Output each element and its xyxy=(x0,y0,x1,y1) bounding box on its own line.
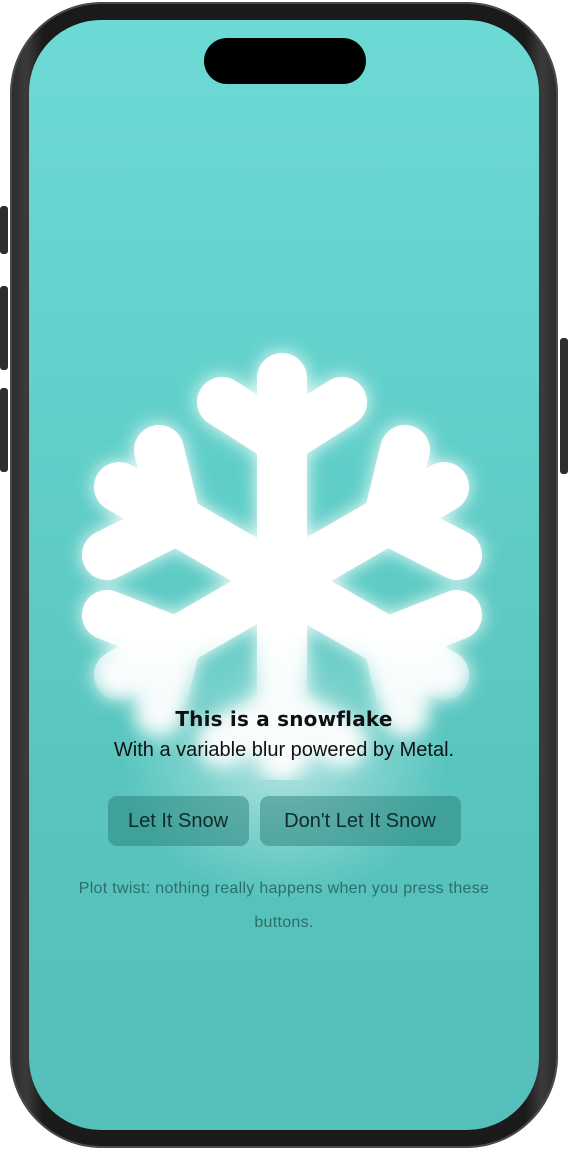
footnote: Plot twist: nothing really happens when … xyxy=(78,880,490,931)
dont-let-it-snow-button[interactable]: Don't Let It Snow xyxy=(259,796,461,846)
let-it-snow-button[interactable]: Let It Snow xyxy=(107,796,249,846)
power-button xyxy=(560,338,568,474)
page-title: This is a snowflake xyxy=(175,707,393,731)
button-row: Let It Snow Don't Let It Snow xyxy=(29,796,539,846)
dynamic-island xyxy=(204,38,366,84)
action-button xyxy=(0,206,8,254)
content-stack: This is a snowflake With a variable blur… xyxy=(29,704,539,940)
subtitle: With a variable blur powered by Metal. xyxy=(113,739,455,761)
app-screen: This is a snowflake With a variable blur… xyxy=(29,20,539,1130)
volume-up-button xyxy=(0,286,8,370)
volume-down-button xyxy=(0,388,8,472)
